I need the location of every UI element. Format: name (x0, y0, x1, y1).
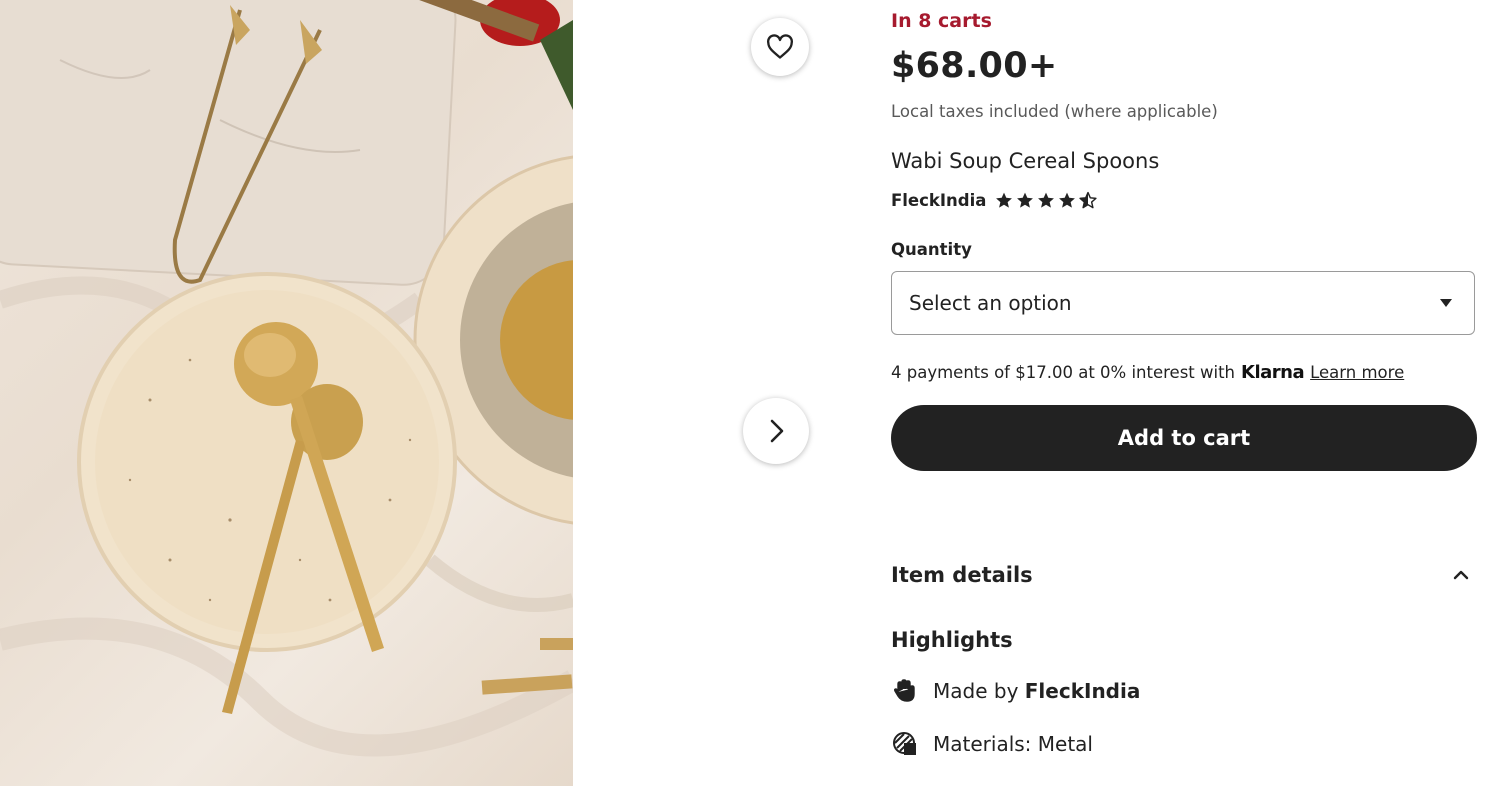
klarna-text: 4 payments of $17.00 at 0% interest with (891, 363, 1236, 382)
listing-panel: In 8 carts $68.00+ Local taxes included … (891, 0, 1477, 786)
chevron-right-icon (770, 419, 784, 443)
highlight-made-by: Made by FleckIndia (891, 677, 1140, 705)
item-details-title: Item details (891, 563, 1033, 587)
star-icon (1059, 192, 1076, 208)
add-to-cart-button[interactable]: Add to cart (891, 405, 1477, 471)
next-image-button[interactable] (743, 398, 809, 464)
item-details-toggle[interactable]: Item details (891, 563, 1469, 587)
klarna-logo: Klarna (1241, 362, 1305, 383)
quantity-select-value: Select an option (909, 291, 1072, 315)
heart-icon (767, 34, 793, 59)
star-icon (1017, 192, 1034, 208)
star-icon (996, 192, 1013, 208)
chevron-up-icon (1453, 570, 1469, 580)
taxes-note: Local taxes included (where applicable) (891, 102, 1218, 121)
learn-more-link[interactable]: Learn more (1310, 363, 1404, 382)
product-photo-art (0, 0, 573, 757)
favorite-button[interactable] (751, 18, 809, 76)
shop-name-link[interactable]: FleckIndia (891, 191, 986, 210)
highlights-title: Highlights (891, 628, 1013, 652)
quantity-label: Quantity (891, 240, 972, 259)
klarna-row: 4 payments of $17.00 at 0% interest with… (891, 362, 1404, 383)
in-carts-badge: In 8 carts (891, 10, 992, 32)
half-star-icon (1079, 191, 1097, 209)
hand-wave-icon (891, 677, 919, 705)
materials-text: Materials: Metal (933, 732, 1093, 756)
product-image[interactable] (0, 0, 573, 786)
made-by-prefix: Made by (933, 679, 1019, 703)
highlight-materials: Materials: Metal (891, 730, 1093, 758)
star-rating[interactable] (994, 191, 1098, 210)
shop-row: FleckIndia (891, 191, 1098, 210)
caret-down-icon (1440, 299, 1452, 307)
materials-icon (891, 730, 919, 758)
made-by-shop-link[interactable]: FleckIndia (1025, 679, 1141, 703)
star-icon (1038, 192, 1055, 208)
listing-title: Wabi Soup Cereal Spoons (891, 149, 1160, 173)
quantity-select[interactable]: Select an option (891, 271, 1475, 335)
price: $68.00+ (891, 46, 1058, 86)
